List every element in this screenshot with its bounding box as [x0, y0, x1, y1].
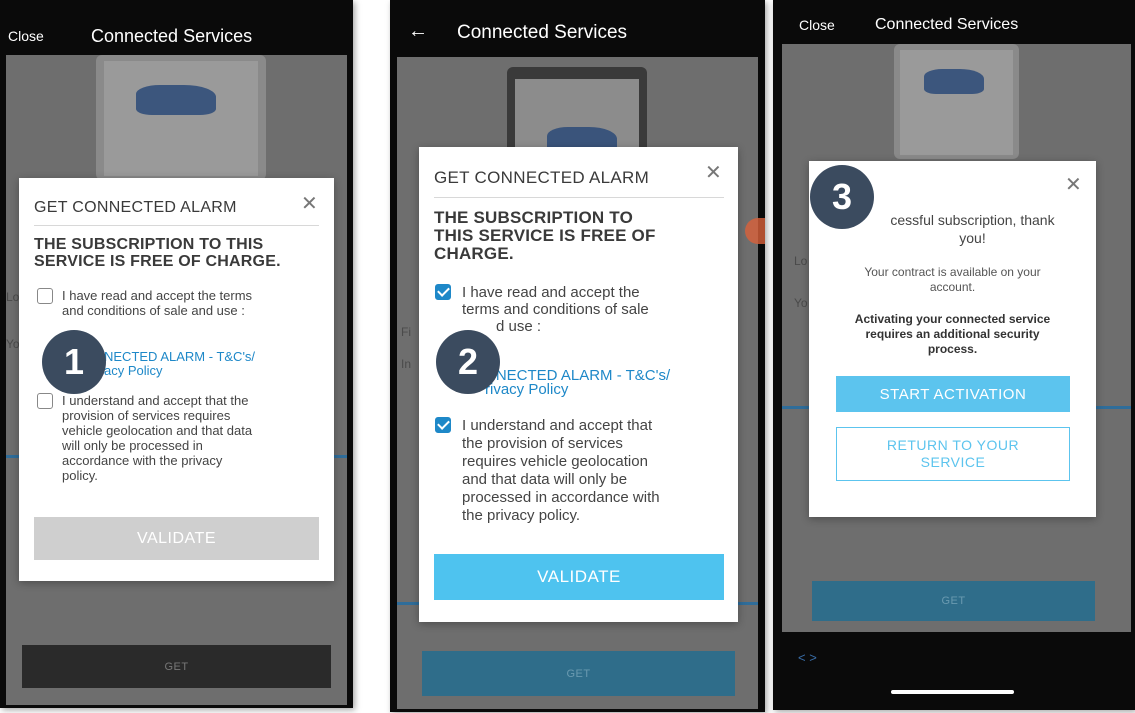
return-to-service-button[interactable]: RETURN TO YOUR SERVICE — [836, 427, 1070, 481]
phone-screen-3: Close Connected Services Lo Yo GET < > ✕… — [773, 0, 1135, 710]
validate-button-label: VALIDATE — [537, 567, 621, 586]
home-indicator — [891, 690, 1014, 694]
start-activation-label: START ACTIVATION — [879, 385, 1027, 403]
notification-dot — [745, 218, 765, 244]
close-button[interactable]: Close — [799, 17, 835, 33]
free-of-charge-heading: THE SUBSCRIPTION TO THIS SERVICE IS FREE… — [434, 208, 656, 263]
modal-title: GET CONNECTED ALARM — [34, 199, 237, 216]
phone-screen-2: ← Connected Services Fi In GET GET CONNE… — [390, 0, 765, 712]
car-image — [924, 69, 984, 94]
terms-link[interactable]: NNECTED ALARM - T&C's/ rivacy Policy — [485, 368, 670, 397]
step-badge: 3 — [810, 165, 874, 229]
geolocation-label: I understand and accept that the provisi… — [62, 393, 253, 483]
close-icon[interactable]: ✕ — [301, 194, 318, 214]
top-bar: ← Connected Services — [390, 0, 765, 55]
validate-button-label: VALIDATE — [137, 529, 216, 547]
page-title: Connected Services — [91, 26, 253, 46]
get-button[interactable]: GET — [422, 651, 735, 696]
step-badge: 1 — [42, 330, 106, 394]
geolocation-checkbox[interactable] — [37, 393, 53, 409]
back-arrow-icon[interactable]: ← — [408, 20, 428, 43]
divider — [434, 197, 724, 198]
free-of-charge-heading: THE SUBSCRIPTION TO THIS SERVICE IS FREE… — [34, 236, 281, 270]
close-icon[interactable]: ✕ — [1065, 175, 1082, 195]
get-button-label: GET — [941, 595, 966, 607]
get-button[interactable]: GET — [812, 581, 1095, 621]
terms-label: I have read and accept the terms and con… — [462, 284, 649, 335]
terms-label: I have read and accept the terms and con… — [62, 288, 253, 318]
get-button-label: GET — [164, 660, 189, 673]
close-icon[interactable]: ✕ — [705, 163, 722, 183]
divider — [34, 225, 319, 226]
step-badge: 2 — [436, 330, 500, 394]
car-image — [136, 85, 216, 115]
start-activation-button[interactable]: START ACTIVATION — [836, 376, 1070, 412]
phone-screen-1: Close Connected Services Lo Yo GET GET C… — [0, 0, 353, 708]
page-title: Connected Services — [457, 22, 628, 43]
terms-checkbox[interactable] — [435, 284, 451, 300]
return-to-service-label: RETURN TO YOUR SERVICE — [886, 437, 1020, 470]
validate-button[interactable]: VALIDATE — [434, 554, 724, 600]
get-button[interactable]: GET — [22, 645, 331, 688]
validate-button[interactable]: VALIDATE — [34, 517, 319, 560]
pager-arrows[interactable]: < > — [798, 650, 817, 665]
phone-illustration — [894, 44, 1019, 159]
top-bar: Close Connected Services — [773, 0, 1135, 45]
activation-notice: Activating your connected service requir… — [854, 312, 1051, 356]
terms-checkbox[interactable] — [37, 288, 53, 304]
page-title: Connected Services — [875, 16, 1019, 33]
terms-link[interactable]: NECTED ALARM - T&C's/ acy Policy — [104, 350, 255, 378]
phone-illustration — [96, 55, 266, 180]
get-button-label: GET — [566, 667, 591, 680]
contract-info: Your contract is available on your accou… — [864, 265, 1041, 294]
modal-title: GET CONNECTED ALARM — [434, 168, 650, 187]
close-button[interactable]: Close — [8, 28, 44, 44]
top-bar: Close Connected Services — [0, 0, 353, 55]
geolocation-checkbox[interactable] — [435, 417, 451, 433]
geolocation-label: I understand and accept that the provisi… — [462, 417, 660, 524]
